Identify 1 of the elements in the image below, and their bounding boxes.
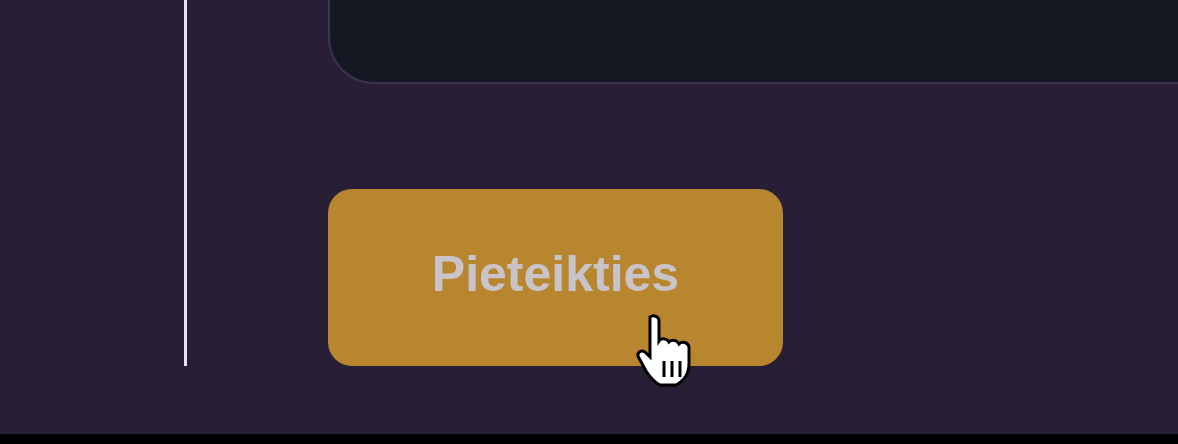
login-button[interactable]: Pieteikties [328, 189, 783, 366]
